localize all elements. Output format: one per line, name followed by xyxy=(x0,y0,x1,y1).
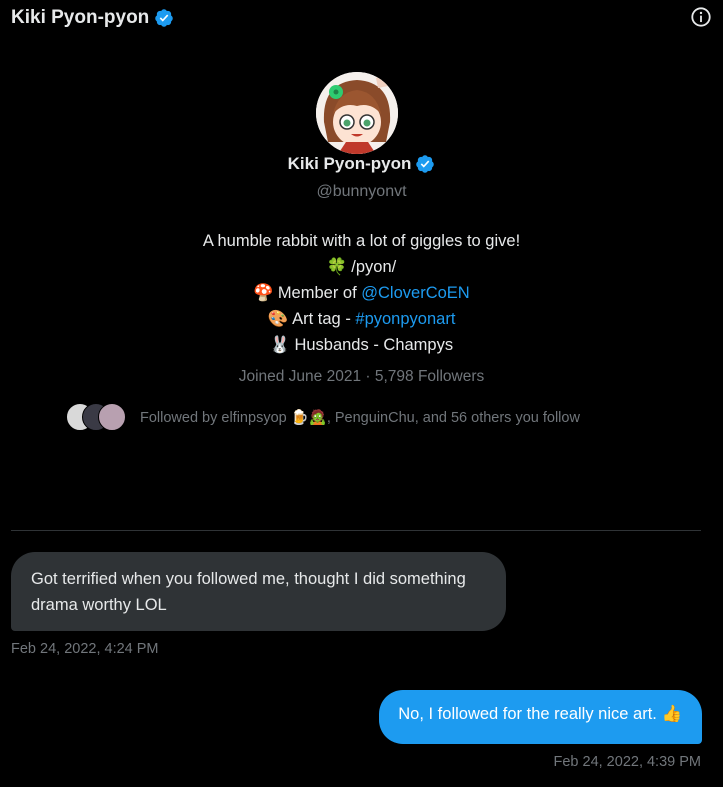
bio-line: 🍀/pyon/ xyxy=(0,254,723,280)
rabbit-icon: 🐰 xyxy=(269,335,291,354)
conversation-title: Kiki Pyon-pyon xyxy=(11,7,150,28)
profile-handle[interactable]: @bunnyonvt xyxy=(0,183,723,201)
profile-name[interactable]: Kiki Pyon-pyon xyxy=(288,154,412,174)
mushroom-icon: 🍄 xyxy=(253,283,274,302)
follower-avatars xyxy=(64,403,128,431)
profile-name-row: Kiki Pyon-pyon xyxy=(0,154,723,174)
followed-by-row[interactable]: Followed by elfinpsyop 🍺🧟, PenguinChu, a… xyxy=(64,403,580,431)
bio-line: 🐰 Husbands - Champys xyxy=(0,332,723,358)
message-bubble-incoming[interactable]: Got terrified when you followed me, thou… xyxy=(11,552,506,631)
bio-line: 🎨 Art tag - #pyonpyonart xyxy=(0,306,723,332)
divider xyxy=(11,530,701,531)
message-bubble-outgoing[interactable]: No, I followed for the really nice art. … xyxy=(379,690,702,744)
clover-icon: 🍀 xyxy=(326,257,348,276)
profile-meta: Joined June 2021 · 5,798 Followers xyxy=(238,368,485,385)
avatar-image xyxy=(316,72,398,154)
bio-text: Member of xyxy=(277,284,362,302)
follower-avatar xyxy=(98,403,126,431)
info-icon[interactable] xyxy=(690,6,712,28)
bio-text: A humble rabbit with a lot of giggles to… xyxy=(202,232,521,250)
bio-text: Art tag - xyxy=(292,310,356,328)
bio-text: Husbands - Champys xyxy=(294,336,454,354)
profile-bio: A humble rabbit with a lot of giggles to… xyxy=(0,229,723,358)
message-timestamp: Feb 24, 2022, 4:39 PM xyxy=(553,754,701,770)
bio-line: 🍄 Member of @CloverCoEN xyxy=(0,280,723,306)
hashtag-link[interactable]: #pyonpyonart xyxy=(355,310,455,328)
verified-badge-icon xyxy=(155,9,174,27)
mention-link[interactable]: @CloverCoEN xyxy=(361,284,469,302)
verified-badge-icon xyxy=(416,155,435,173)
message-timestamp: Feb 24, 2022, 4:24 PM xyxy=(11,641,159,657)
bio-text: /pyon/ xyxy=(351,258,397,276)
bio-line: A humble rabbit with a lot of giggles to… xyxy=(0,229,723,254)
followed-by-text: Followed by elfinpsyop 🍺🧟, PenguinChu, a… xyxy=(140,409,580,426)
conversation-header: Kiki Pyon-pyon xyxy=(0,0,723,36)
profile-avatar[interactable] xyxy=(316,72,398,154)
palette-icon: 🎨 xyxy=(267,309,289,328)
header-title-group[interactable]: Kiki Pyon-pyon xyxy=(11,7,174,29)
